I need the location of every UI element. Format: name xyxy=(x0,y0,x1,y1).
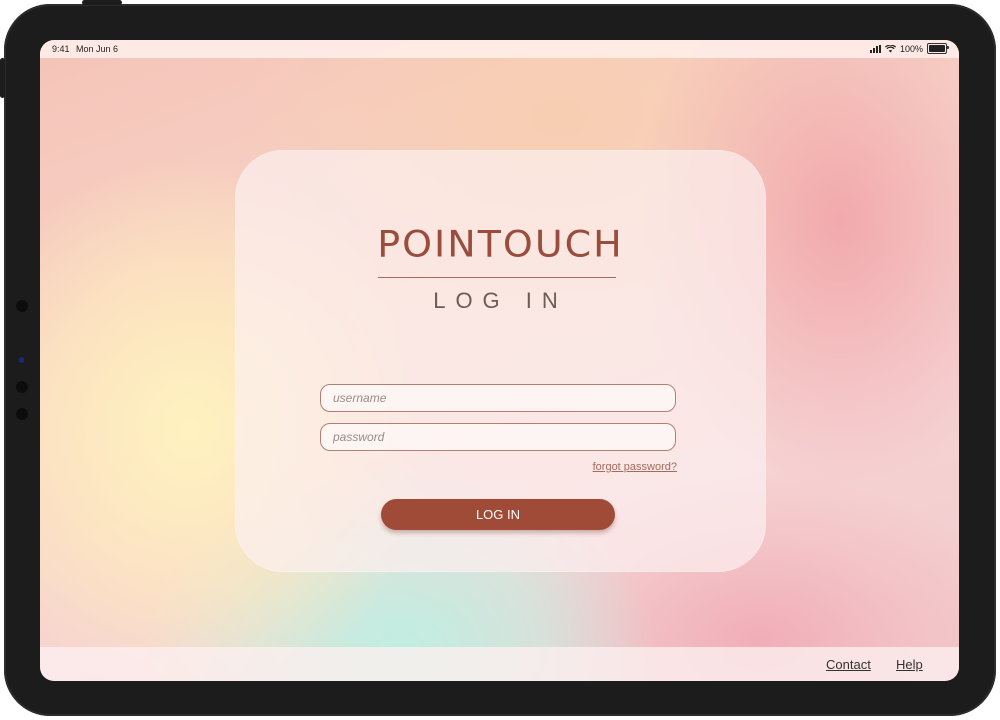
login-button[interactable]: LOG IN xyxy=(381,499,615,530)
wifi-icon xyxy=(884,44,896,52)
camera-sensor xyxy=(19,357,24,363)
password-input[interactable] xyxy=(320,423,676,451)
status-date: Mon Jun 6 xyxy=(76,44,119,54)
status-bar: 9:41 Mon Jun 6 100% xyxy=(40,40,959,58)
camera-lens xyxy=(16,408,28,420)
battery-percent: 100% xyxy=(899,43,923,54)
camera-lens xyxy=(16,300,28,312)
status-right: 100% xyxy=(869,43,949,54)
page-title: LOG IN xyxy=(433,288,568,313)
status-time: 9:41 xyxy=(52,44,70,54)
username-input[interactable] xyxy=(320,384,676,412)
screen: 9:41 Mon Jun 6 100% POINTOUCH LOG IN for… xyxy=(40,40,959,681)
battery-icon xyxy=(927,43,949,54)
signal-icon xyxy=(869,44,881,53)
camera-lens xyxy=(16,381,28,393)
brand-logo: POINTOUCH xyxy=(377,223,624,265)
login-card: POINTOUCH LOG IN forgot password? LOG IN xyxy=(235,150,766,572)
footer-bar: Contact Help xyxy=(40,647,959,681)
brand-divider xyxy=(378,277,616,278)
volume-button xyxy=(0,58,5,98)
top-button xyxy=(82,0,122,5)
help-link[interactable]: Help xyxy=(896,657,923,672)
forgot-password-link[interactable]: forgot password? xyxy=(593,461,677,473)
contact-link[interactable]: Contact xyxy=(826,657,871,672)
